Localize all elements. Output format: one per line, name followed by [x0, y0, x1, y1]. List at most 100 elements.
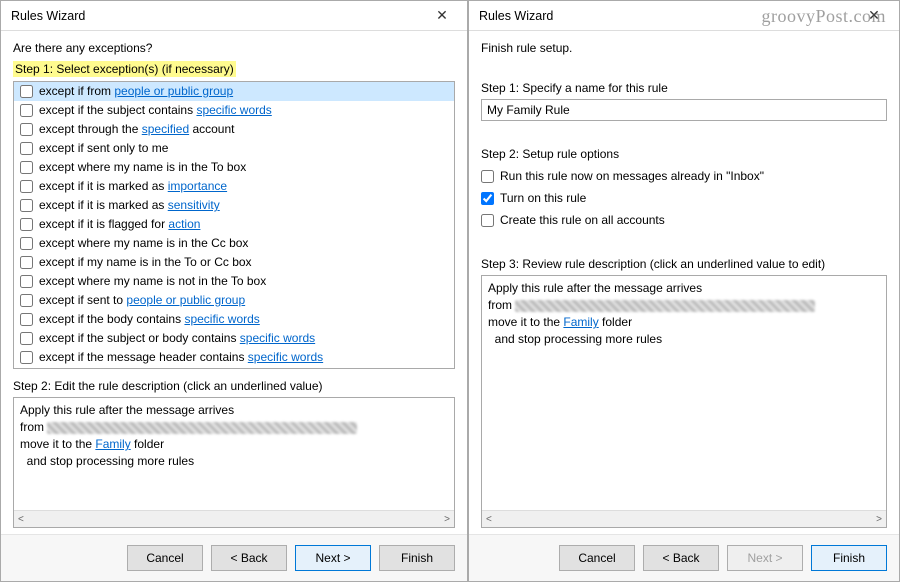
rules-wizard-exceptions-dialog: Rules Wizard ✕ Are there any exceptions?…: [0, 0, 468, 582]
cancel-button[interactable]: Cancel: [559, 545, 635, 571]
exception-link[interactable]: specified: [142, 122, 189, 136]
exception-checkbox[interactable]: [20, 237, 33, 250]
exception-label: except if it is marked as importance: [39, 178, 227, 195]
exception-link[interactable]: importance: [168, 179, 227, 193]
exception-item[interactable]: except if it is marked as importance: [14, 177, 454, 196]
step1-label: Step 1: Specify a name for this rule: [481, 81, 887, 95]
desc-line3: move it to the Family folder: [20, 436, 448, 453]
exception-link[interactable]: people or public group: [114, 84, 233, 98]
exceptions-list[interactable]: except if from people or public group exc…: [13, 81, 455, 369]
exception-checkbox[interactable]: [20, 123, 33, 136]
rules-wizard-finish-dialog: Rules Wizard ✕ Finish rule setup. Step 1…: [468, 0, 900, 582]
rule-description-box: Apply this rule after the message arrive…: [481, 275, 887, 528]
next-button[interactable]: Next >: [295, 545, 371, 571]
exception-label: except if the message header contains sp…: [39, 349, 323, 366]
exception-item[interactable]: except through the specified account: [14, 120, 454, 139]
horizontal-scrollbar[interactable]: <>: [14, 510, 454, 527]
exception-checkbox[interactable]: [20, 351, 33, 364]
exception-label: except if sent only to me: [39, 140, 168, 157]
exception-checkbox[interactable]: [20, 313, 33, 326]
exception-item[interactable]: except where my name is in the Cc box: [14, 234, 454, 253]
rule-name-input[interactable]: [481, 99, 887, 121]
exception-item[interactable]: except where my name is in the To box: [14, 158, 454, 177]
finish-heading: Finish rule setup.: [481, 41, 887, 55]
next-button: Next >: [727, 545, 803, 571]
exception-item[interactable]: except if it is flagged for action: [14, 215, 454, 234]
exception-item[interactable]: except if the subject or body contains s…: [14, 329, 454, 348]
exception-link[interactable]: specific words: [248, 350, 323, 364]
exception-link[interactable]: sensitivity: [168, 198, 220, 212]
desc-line4: and stop processing more rules: [488, 331, 880, 348]
folder-link[interactable]: Family: [95, 437, 130, 451]
option-run-now[interactable]: Run this rule now on messages already in…: [481, 169, 887, 183]
checkbox-all-accounts[interactable]: [481, 214, 494, 227]
finish-button[interactable]: Finish: [379, 545, 455, 571]
option-turn-on[interactable]: Turn on this rule: [481, 191, 887, 205]
exception-checkbox[interactable]: [20, 161, 33, 174]
desc-line1: Apply this rule after the message arrive…: [20, 402, 448, 419]
dialog-buttons: Cancel < Back Next > Finish: [1, 534, 467, 581]
step1-label: Step 1: Select exception(s) (if necessar…: [13, 61, 455, 77]
step3-label: Step 3: Review rule description (click a…: [481, 257, 887, 271]
titlebar: Rules Wizard ✕: [1, 1, 467, 31]
exception-link[interactable]: specific words: [184, 312, 259, 326]
step2-label: Step 2: Setup rule options: [481, 147, 887, 161]
option-all-accounts[interactable]: Create this rule on all accounts: [481, 213, 887, 227]
desc-line2: from: [20, 419, 448, 436]
exception-item[interactable]: except if my name is in the To or Cc box: [14, 253, 454, 272]
exception-link[interactable]: specific words: [196, 103, 271, 117]
step2-label: Step 2: Edit the rule description (click…: [13, 379, 455, 393]
close-icon[interactable]: ✕: [425, 7, 459, 24]
exception-label: except where my name is in the Cc box: [39, 235, 248, 252]
exception-item[interactable]: except with specific words in the recipi…: [14, 367, 454, 369]
cancel-button[interactable]: Cancel: [127, 545, 203, 571]
folder-link[interactable]: Family: [563, 315, 598, 329]
exception-checkbox[interactable]: [20, 104, 33, 117]
exception-checkbox[interactable]: [20, 256, 33, 269]
exception-item[interactable]: except if the subject contains specific …: [14, 101, 454, 120]
exception-item[interactable]: except if from people or public group: [14, 82, 454, 101]
exception-label: except if the body contains specific wor…: [39, 311, 260, 328]
titlebar: Rules Wizard ✕: [469, 1, 899, 31]
exception-label: except through the specified account: [39, 121, 235, 138]
horizontal-scrollbar[interactable]: <>: [482, 510, 886, 527]
exception-checkbox[interactable]: [20, 218, 33, 231]
exception-label: except if my name is in the To or Cc box: [39, 254, 252, 271]
desc-line4: and stop processing more rules: [20, 453, 448, 470]
exception-label: except if from people or public group: [39, 83, 233, 100]
exception-item[interactable]: except if sent to people or public group: [14, 291, 454, 310]
dialog-title: Rules Wizard: [11, 9, 85, 23]
checkbox-run-now[interactable]: [481, 170, 494, 183]
exception-checkbox[interactable]: [20, 275, 33, 288]
exception-link[interactable]: specific words: [240, 331, 315, 345]
exceptions-question: Are there any exceptions?: [13, 41, 455, 55]
exception-checkbox[interactable]: [20, 199, 33, 212]
dialog-title: Rules Wizard: [479, 9, 553, 23]
exception-label: except where my name is not in the To bo…: [39, 273, 266, 290]
exception-item[interactable]: except if sent only to me: [14, 139, 454, 158]
desc-line1: Apply this rule after the message arrive…: [488, 280, 880, 297]
exception-link[interactable]: people or public group: [126, 293, 245, 307]
exception-checkbox[interactable]: [20, 294, 33, 307]
exception-checkbox[interactable]: [20, 85, 33, 98]
close-icon[interactable]: ✕: [857, 7, 891, 24]
exception-item[interactable]: except where my name is not in the To bo…: [14, 272, 454, 291]
exception-checkbox[interactable]: [20, 142, 33, 155]
exception-label: except with specific words in the recipi…: [39, 368, 313, 369]
exception-label: except where my name is in the To box: [39, 159, 246, 176]
exception-item[interactable]: except if it is marked as sensitivity: [14, 196, 454, 215]
desc-line3: move it to the Family folder: [488, 314, 880, 331]
exception-label: except if the subject contains specific …: [39, 102, 272, 119]
back-button[interactable]: < Back: [211, 545, 287, 571]
exception-label: except if it is marked as sensitivity: [39, 197, 220, 214]
exception-label: except if the subject or body contains s…: [39, 330, 315, 347]
exception-label: except if sent to people or public group: [39, 292, 245, 309]
exception-item[interactable]: except if the message header contains sp…: [14, 348, 454, 367]
exception-checkbox[interactable]: [20, 332, 33, 345]
finish-button[interactable]: Finish: [811, 545, 887, 571]
exception-checkbox[interactable]: [20, 180, 33, 193]
back-button[interactable]: < Back: [643, 545, 719, 571]
exception-item[interactable]: except if the body contains specific wor…: [14, 310, 454, 329]
exception-link[interactable]: action: [168, 217, 200, 231]
checkbox-turn-on[interactable]: [481, 192, 494, 205]
